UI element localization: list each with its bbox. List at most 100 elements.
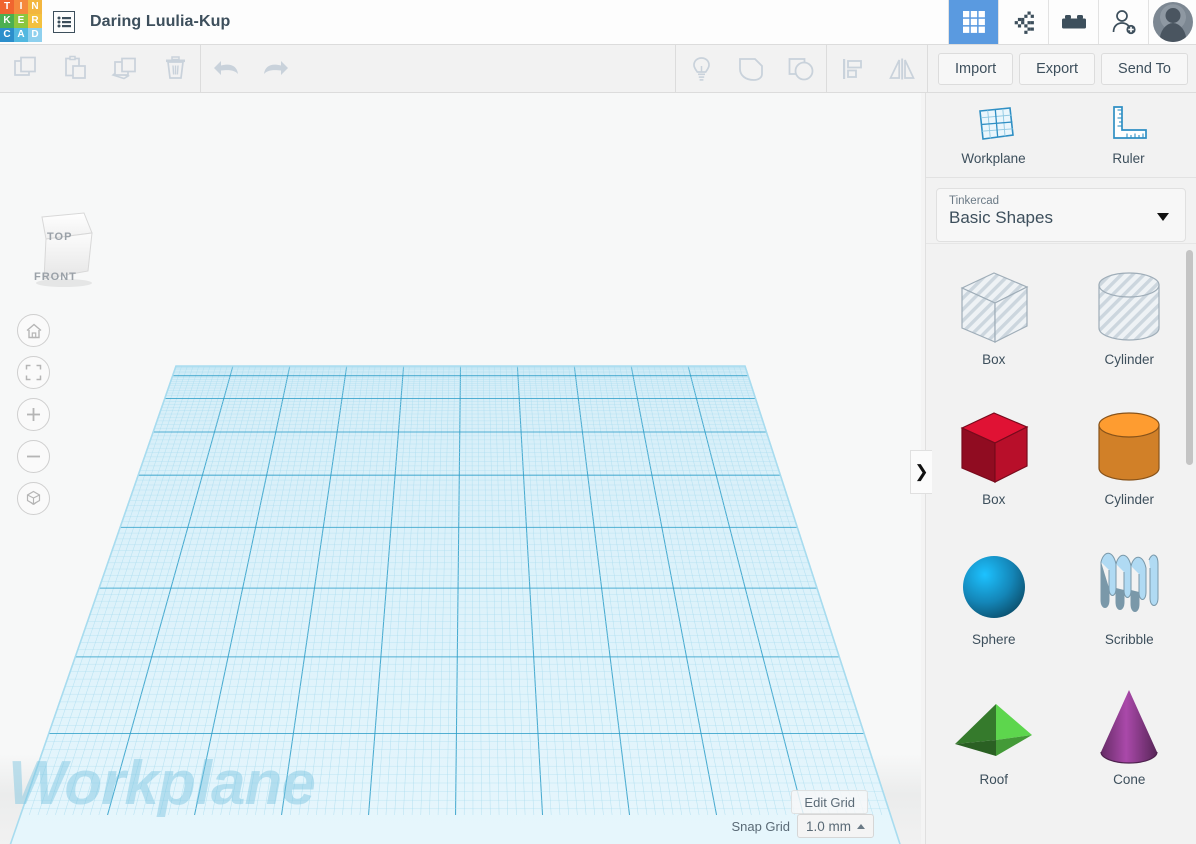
bricks-mode-button[interactable] (1048, 0, 1098, 44)
tinkercad-logo[interactable]: TINKERCAD (0, 0, 42, 42)
duplicate-button[interactable] (100, 45, 150, 92)
import-button[interactable]: Import (938, 53, 1013, 85)
delete-icon (162, 55, 189, 82)
workplane-surface (0, 366, 921, 844)
logo-tile-c: C (0, 28, 14, 42)
toolbar-spacer (301, 45, 675, 92)
chevron-down-icon (1157, 213, 1169, 221)
logo-tile-k: K (0, 14, 14, 28)
logo-tile-a: A (14, 28, 28, 42)
view-cube-top-label[interactable]: TOP (47, 231, 72, 243)
undo-icon (211, 56, 241, 82)
user-account-button[interactable] (1148, 0, 1196, 44)
lightbulb-icon (688, 55, 715, 83)
home-view-button[interactable] (17, 314, 50, 347)
app-header: TINKERCAD Daring Luulia-Kup (0, 0, 1196, 45)
shape-cone-purple[interactable]: Cone (1062, 672, 1196, 812)
shape-cone-purple-thumbnail (1079, 678, 1179, 776)
zoom-in-button[interactable] (17, 398, 50, 431)
snap-grid-control: Snap Grid 1.0 mm (731, 814, 874, 838)
perspective-box-icon (24, 489, 43, 508)
delete-button[interactable] (150, 45, 200, 92)
shape-cylinder-orange[interactable]: Cylinder (1062, 392, 1196, 532)
mirror-icon (887, 56, 917, 82)
viewport[interactable]: <-- fill gradient --> Workplane (0, 93, 921, 844)
shapes-scrollbar[interactable] (1186, 250, 1193, 465)
shape-scribble-label: Scribble (1105, 632, 1154, 647)
redo-icon (261, 56, 291, 82)
invite-people-button[interactable] (1098, 0, 1148, 44)
shape-sphere-blue-art (944, 538, 1044, 636)
shape-sphere-blue[interactable]: Sphere (926, 532, 1062, 672)
home-icon (25, 322, 43, 340)
fit-frame-icon (25, 364, 42, 381)
shape-box-hole-art (944, 258, 1044, 356)
edit-grid-button[interactable]: Edit Grid (791, 790, 868, 814)
shape-cylinder-hole[interactable]: Cylinder (1062, 252, 1196, 392)
project-menu-button[interactable] (42, 0, 86, 44)
shape-cylinder-hole-thumbnail (1079, 258, 1179, 356)
panel-tools: Workplane (926, 93, 1196, 178)
logo-tile-r: R (28, 14, 42, 28)
shape-box-red[interactable]: Box (926, 392, 1062, 532)
copy-button[interactable] (0, 45, 50, 92)
grid-icon (961, 9, 987, 35)
shape-cone-purple-art (1079, 678, 1179, 776)
paste-icon (62, 55, 89, 82)
snap-grid-value: 1.0 mm (806, 819, 851, 834)
logo-tile-e: E (14, 14, 28, 28)
logo-tile-n: N (28, 0, 42, 14)
shape-cylinder-hole-art (1079, 258, 1179, 356)
shape-box-hole[interactable]: Box (926, 252, 1062, 392)
edit-toolbar: Import Export Send To (0, 45, 1196, 93)
workplane-tool-label: Workplane (961, 151, 1025, 166)
shape-roof-green[interactable]: Roof (926, 672, 1062, 812)
snap-grid-select[interactable]: 1.0 mm (797, 814, 874, 838)
minus-icon (25, 448, 42, 465)
ungroup-button[interactable] (776, 45, 826, 92)
design-mode-button[interactable] (948, 0, 998, 44)
workplane-tool[interactable]: Workplane (926, 93, 1061, 177)
mode-switcher (948, 0, 1148, 44)
view-cube-front-label[interactable]: FRONT (34, 271, 77, 283)
projection-toggle-button[interactable] (17, 482, 50, 515)
logo-tile-i: I (14, 0, 28, 14)
ungroup-icon (786, 55, 816, 83)
mirror-button[interactable] (877, 45, 927, 92)
chevron-up-icon (857, 824, 865, 829)
duplicate-icon (111, 55, 140, 82)
shape-roof-green-label: Roof (979, 772, 1008, 787)
send-to-button[interactable]: Send To (1101, 53, 1188, 85)
undo-button[interactable] (201, 45, 251, 92)
action-buttons: Import Export Send To (928, 45, 1196, 92)
fit-view-button[interactable] (17, 356, 50, 389)
logo-tile-d: D (28, 28, 42, 42)
panel-collapse-handle[interactable]: ❯ (910, 450, 932, 494)
workplane-grid-icon (972, 105, 1016, 145)
list-icon (53, 11, 75, 33)
shape-cylinder-hole-label: Cylinder (1104, 352, 1154, 367)
plus-icon (25, 406, 42, 423)
paste-button[interactable] (50, 45, 100, 92)
zoom-out-button[interactable] (17, 440, 50, 473)
shape-library-select[interactable]: Tinkercad Basic Shapes (936, 188, 1186, 242)
workplane-grid-svg: <-- fill gradient --> (0, 93, 921, 844)
shape-scribble[interactable]: Scribble (1062, 532, 1196, 672)
export-button[interactable]: Export (1019, 53, 1095, 85)
align-button[interactable] (827, 45, 877, 92)
redo-button[interactable] (251, 45, 301, 92)
shape-cylinder-orange-label: Cylinder (1104, 492, 1154, 507)
view-cube[interactable]: TOP FRONT (22, 205, 102, 293)
shape-roof-green-art (944, 678, 1044, 776)
group-button[interactable] (726, 45, 776, 92)
notes-button[interactable] (676, 45, 726, 92)
workplane[interactable]: <-- fill gradient --> Workplane (0, 93, 921, 844)
ruler-tool[interactable]: Ruler (1061, 93, 1196, 177)
list-icon-svg (57, 16, 72, 28)
shape-roof-green-thumbnail (944, 678, 1044, 776)
blocks-mode-button[interactable] (998, 0, 1048, 44)
lego-brick-icon (1060, 12, 1088, 32)
page-title: Daring Luulia-Kup (86, 0, 230, 44)
shapes-list[interactable]: Box Cylinder Box Cylinder Sphere Scribble Roof… (926, 243, 1196, 844)
shape-scribble-thumbnail (1079, 538, 1179, 636)
